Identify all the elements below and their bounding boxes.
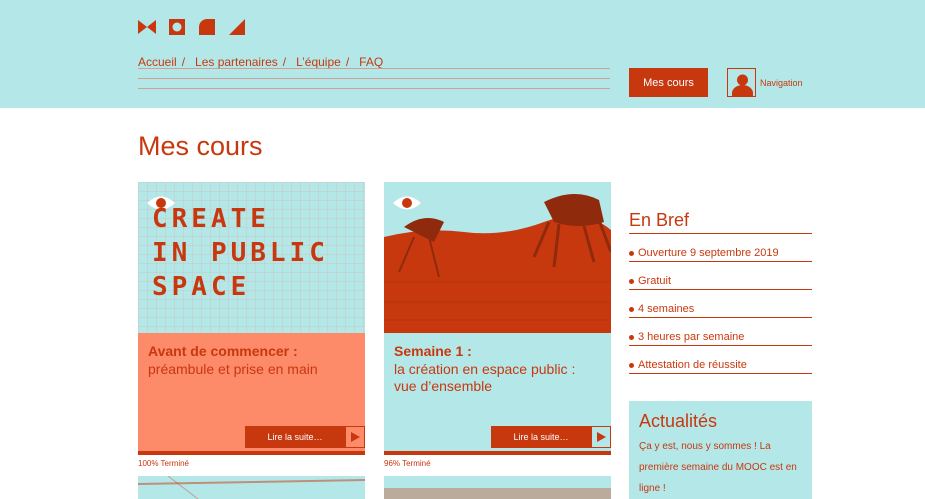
list-item-label: 4 semaines [638, 303, 695, 315]
list-item-label: Attestation de réussite [638, 359, 747, 371]
bullet-icon [629, 278, 634, 284]
play-icon[interactable] [591, 426, 611, 448]
course-image [384, 182, 611, 333]
page-title: Mes cours [138, 131, 263, 161]
en-bref-list: Ouverture 9 septembre 2019 Gratuit 4 sem… [629, 240, 812, 374]
logo[interactable] [138, 18, 246, 36]
quarter-circle-logo-icon [199, 19, 215, 35]
card-body: Avant de commencer : préambule et prise … [138, 333, 365, 451]
list-item: Ouverture 9 septembre 2019 [629, 240, 812, 262]
card-title: Avant de commencer : [148, 343, 298, 359]
main-nav: Accueil / Les partenaires / L’équipe / F… [138, 55, 383, 69]
progress-text: 96% Terminé [384, 459, 431, 468]
list-item-label: Ouverture 9 septembre 2019 [638, 247, 779, 259]
course-card[interactable]: CREATE IN PUBLIC SPACE Avant de commence… [138, 182, 365, 468]
list-item-label: Gratuit [638, 275, 672, 287]
nav-separator: / [345, 55, 350, 69]
nav-faq[interactable]: FAQ [359, 55, 383, 69]
card-title: Semaine 1 : [394, 343, 472, 359]
news-panel: Actualités Ça y est, nous y sommes ! La … [629, 401, 812, 499]
card-body: Semaine 1 : la création en espace public… [384, 333, 611, 451]
lettering-line: SPACE [152, 272, 251, 302]
image-lettering: CREATE IN PUBLIC SPACE [152, 202, 329, 304]
bullet-icon [629, 334, 634, 340]
nav-accueil[interactable]: Accueil [138, 55, 177, 69]
news-title: Actualités [639, 411, 718, 431]
list-item-label: 3 heures par semaine [638, 331, 745, 343]
nav-lines [138, 68, 610, 98]
header: Accueil / Les partenaires / L’équipe / F… [0, 0, 925, 108]
bullet-icon [629, 306, 634, 312]
eye-icon [393, 196, 421, 210]
list-item: Gratuit [629, 268, 812, 290]
play-icon[interactable] [345, 426, 365, 448]
divider [138, 88, 610, 89]
lettering-line: CREATE [152, 204, 270, 234]
nav-separator: / [181, 55, 186, 69]
nav-separator: / [282, 55, 287, 69]
read-more-button[interactable]: Lire la suite… [245, 426, 345, 448]
triangle-logo-icon [229, 19, 245, 35]
nav-equipe[interactable]: L’équipe [296, 55, 341, 69]
news-text: Ça y est, nous y sommes ! La première se… [639, 441, 797, 494]
lettering-line: IN PUBLIC [152, 238, 329, 268]
divider [138, 78, 610, 79]
list-item: 4 semaines [629, 296, 812, 318]
square-logo-icon [169, 19, 185, 35]
course-image[interactable] [138, 476, 365, 499]
card-subtitle: la création en espace public : vue d’ens… [394, 361, 576, 394]
bullet-icon [629, 250, 634, 256]
list-item: Attestation de réussite [629, 352, 812, 374]
course-card[interactable]: Semaine 1 : la création en espace public… [384, 182, 611, 468]
en-bref-panel: En Bref Ouverture 9 septembre 2019 Gratu… [629, 210, 812, 374]
en-bref-title: En Bref [629, 210, 812, 234]
navigation-label[interactable]: Navigation [760, 78, 803, 88]
list-item: 3 heures par semaine [629, 324, 812, 346]
progress-text: 100% Terminé [138, 459, 189, 468]
card-subtitle: préambule et prise en main [148, 361, 318, 377]
course-image: CREATE IN PUBLIC SPACE [138, 182, 365, 333]
bowtie-logo-icon [138, 20, 156, 34]
divider [138, 68, 610, 69]
user-avatar-icon[interactable] [727, 68, 756, 97]
course-image[interactable] [384, 476, 611, 499]
mes-cours-button[interactable]: Mes cours [629, 68, 708, 97]
bullet-icon [629, 362, 634, 368]
nav-partenaires[interactable]: Les partenaires [195, 55, 278, 69]
card-bottom-bar [138, 451, 365, 455]
card-bottom-bar [384, 451, 611, 455]
read-more-button[interactable]: Lire la suite… [491, 426, 591, 448]
